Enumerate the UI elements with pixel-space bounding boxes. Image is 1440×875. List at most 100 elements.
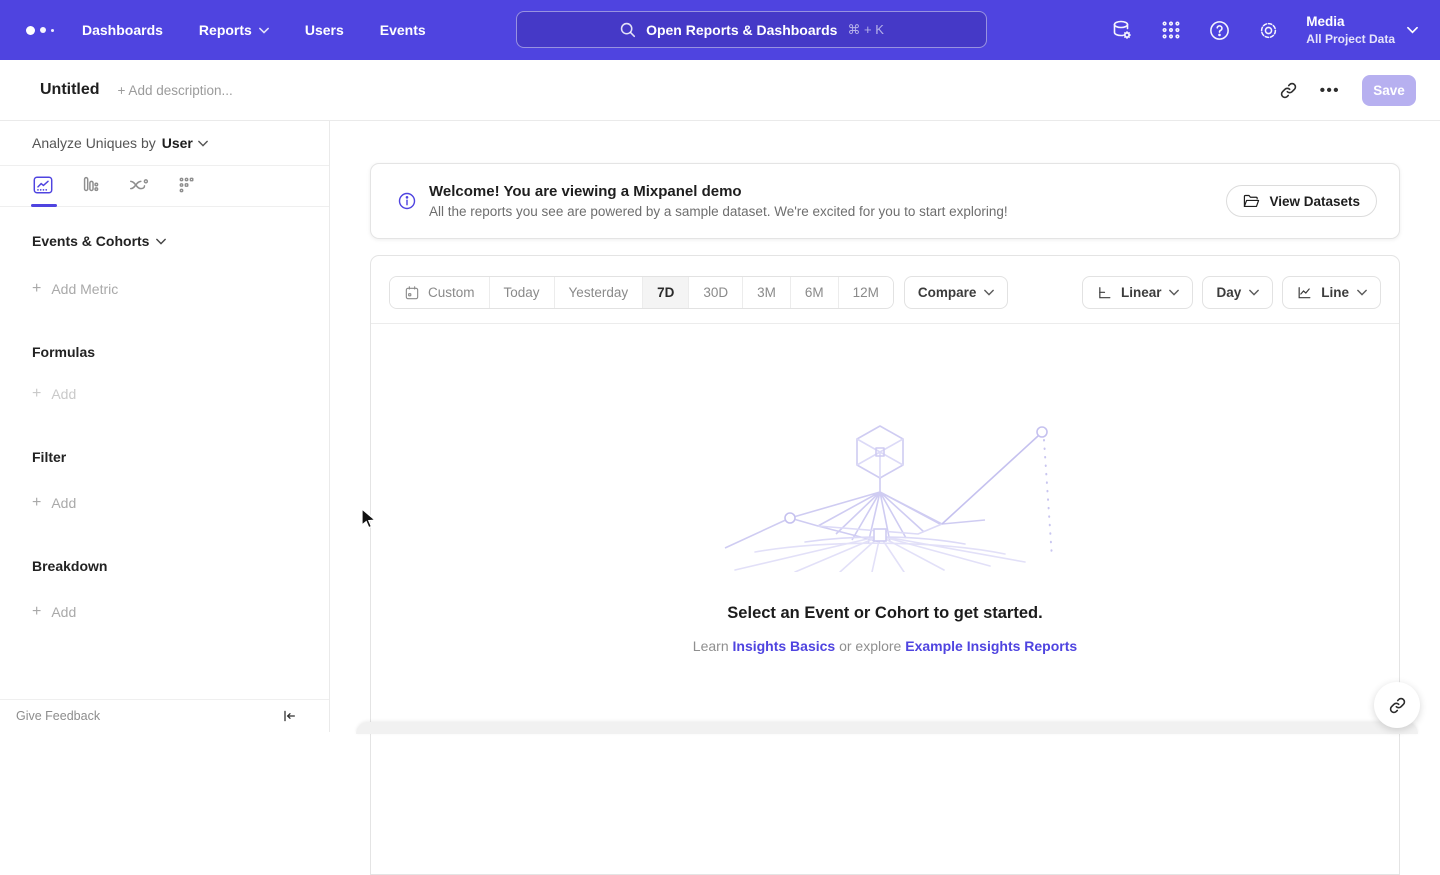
filter-header: Filter	[32, 449, 297, 465]
analyze-by-dropdown[interactable]: User	[162, 135, 208, 151]
plus-icon: +	[32, 385, 41, 403]
insights-report-card: Custom Today Yesterday 7D 30D 3M 6M 12M …	[370, 255, 1400, 875]
chevron-down-icon	[1407, 26, 1418, 34]
tab-linear-chart[interactable]	[32, 166, 54, 207]
example-insights-reports-link[interactable]: Example Insights Reports	[905, 638, 1077, 654]
add-breakdown-button[interactable]: + Add	[32, 603, 297, 621]
nav-item-label: Dashboards	[82, 22, 163, 38]
date-range-label: 12M	[853, 285, 879, 300]
chart-type-label: Line	[1321, 285, 1349, 300]
date-range-6m[interactable]: 6M	[790, 277, 838, 308]
nav-item-dashboards[interactable]: Dashboards	[82, 22, 163, 38]
explore-middle-text: or explore	[835, 638, 905, 654]
date-range-today[interactable]: Today	[489, 277, 554, 308]
chevron-down-icon	[1249, 289, 1259, 296]
report-canvas: Welcome! You are viewing a Mixpanel demo…	[330, 121, 1440, 732]
sidebar-footer: Give Feedback	[0, 699, 329, 732]
chevron-down-icon	[1169, 289, 1179, 296]
info-icon	[397, 191, 417, 211]
search-icon	[619, 21, 636, 38]
date-range-label: 6M	[805, 285, 824, 300]
add-formula-button[interactable]: + Add	[32, 385, 297, 403]
interval-dropdown[interactable]: Day	[1202, 276, 1273, 309]
events-cohorts-title: Events & Cohorts	[32, 233, 149, 249]
date-range-label: 7D	[657, 285, 674, 300]
chart-type-dropdown[interactable]: Line	[1282, 276, 1381, 309]
search-shortcut: ⌘ + K	[847, 22, 884, 38]
scale-dropdown[interactable]: Linear	[1082, 276, 1194, 309]
empty-state-title: Select an Event or Cohort to get started…	[727, 604, 1042, 623]
learn-prefix-text: Learn	[693, 638, 733, 654]
add-breakdown-label: Add	[51, 604, 76, 620]
nav-item-events[interactable]: Events	[380, 22, 426, 38]
report-details-sheet-peek[interactable]	[356, 722, 1418, 734]
chevron-down-icon	[198, 140, 208, 147]
date-range-yesterday[interactable]: Yesterday	[554, 277, 643, 308]
mixpanel-logo[interactable]	[26, 26, 66, 35]
add-metric-button[interactable]: + Add Metric	[32, 280, 297, 298]
tab-flow[interactable]	[128, 166, 150, 207]
nav-menu: Dashboards Reports Users Events	[82, 22, 426, 38]
report-toolbar: Custom Today Yesterday 7D 30D 3M 6M 12M …	[371, 256, 1399, 324]
collapse-sidebar-icon[interactable]	[281, 708, 297, 724]
insights-basics-link[interactable]: Insights Basics	[733, 638, 836, 654]
scale-label: Linear	[1121, 285, 1162, 300]
events-cohorts-header[interactable]: Events & Cohorts	[32, 233, 297, 249]
compare-label: Compare	[918, 285, 977, 300]
analyze-label: Analyze Uniques by	[32, 135, 156, 151]
breakdown-title: Breakdown	[32, 558, 107, 574]
metric-type-tabs	[0, 166, 329, 207]
share-link-fab[interactable]	[1374, 682, 1420, 728]
add-formula-label: Add	[51, 386, 76, 402]
date-range-label: 3M	[757, 285, 776, 300]
empty-state-subtitle: Learn Insights Basics or explore Example…	[693, 638, 1077, 654]
date-range-12m[interactable]: 12M	[838, 277, 893, 308]
date-range-3m[interactable]: 3M	[742, 277, 790, 308]
chevron-down-icon	[984, 289, 994, 296]
chevron-down-icon	[1357, 289, 1367, 296]
chevron-down-icon	[259, 27, 269, 34]
nav-item-label: Users	[305, 22, 344, 38]
nav-right-cluster: Media All Project Data	[1110, 0, 1418, 60]
add-filter-button[interactable]: + Add	[32, 494, 297, 512]
copy-link-icon[interactable]	[1279, 81, 1298, 100]
apps-grid-icon[interactable]	[1160, 19, 1182, 41]
tab-bar-chart[interactable]	[80, 166, 102, 207]
project-switcher[interactable]: Media All Project Data	[1306, 13, 1418, 47]
empty-state: Select an Event or Cohort to get started…	[371, 324, 1399, 654]
nav-item-users[interactable]: Users	[305, 22, 344, 38]
save-button[interactable]: Save	[1362, 75, 1416, 106]
date-range-7d[interactable]: 7D	[642, 277, 688, 308]
nav-item-reports[interactable]: Reports	[199, 22, 269, 38]
top-nav: Dashboards Reports Users Events Open Rep…	[0, 0, 1440, 60]
view-datasets-label: View Datasets	[1269, 194, 1360, 209]
more-options-icon[interactable]: •••	[1320, 82, 1340, 99]
interval-label: Day	[1216, 285, 1241, 300]
plus-icon: +	[32, 280, 41, 298]
date-range-label: Today	[504, 285, 540, 300]
global-search-bar[interactable]: Open Reports & Dashboards ⌘ + K	[516, 11, 987, 48]
line-chart-icon	[1296, 285, 1313, 301]
date-range-30d[interactable]: 30D	[688, 277, 742, 308]
report-title[interactable]: Untitled	[40, 81, 100, 99]
plus-icon: +	[32, 603, 41, 621]
view-datasets-button[interactable]: View Datasets	[1226, 185, 1377, 217]
search-placeholder: Open Reports & Dashboards	[646, 22, 837, 38]
settings-gear-icon[interactable]	[1257, 19, 1280, 42]
report-header-bar: Untitled + Add description... ••• Save	[0, 60, 1440, 121]
help-icon[interactable]	[1208, 19, 1231, 42]
banner-title: Welcome! You are viewing a Mixpanel demo	[429, 183, 1008, 200]
link-icon	[1388, 696, 1407, 715]
compare-dropdown[interactable]: Compare	[904, 276, 1009, 309]
add-description-field[interactable]: + Add description...	[118, 83, 233, 98]
data-management-icon[interactable]	[1110, 18, 1134, 42]
empty-state-illustration	[695, 420, 1075, 572]
date-range-custom[interactable]: Custom	[390, 277, 489, 308]
plus-icon: +	[32, 494, 41, 512]
formulas-header: Formulas	[32, 344, 297, 360]
give-feedback-link[interactable]: Give Feedback	[16, 709, 100, 723]
tab-retention-grid[interactable]	[176, 166, 198, 207]
add-filter-label: Add	[51, 495, 76, 511]
analyze-uniques-row: Analyze Uniques by User	[0, 121, 329, 166]
breakdown-header: Breakdown	[32, 558, 297, 574]
